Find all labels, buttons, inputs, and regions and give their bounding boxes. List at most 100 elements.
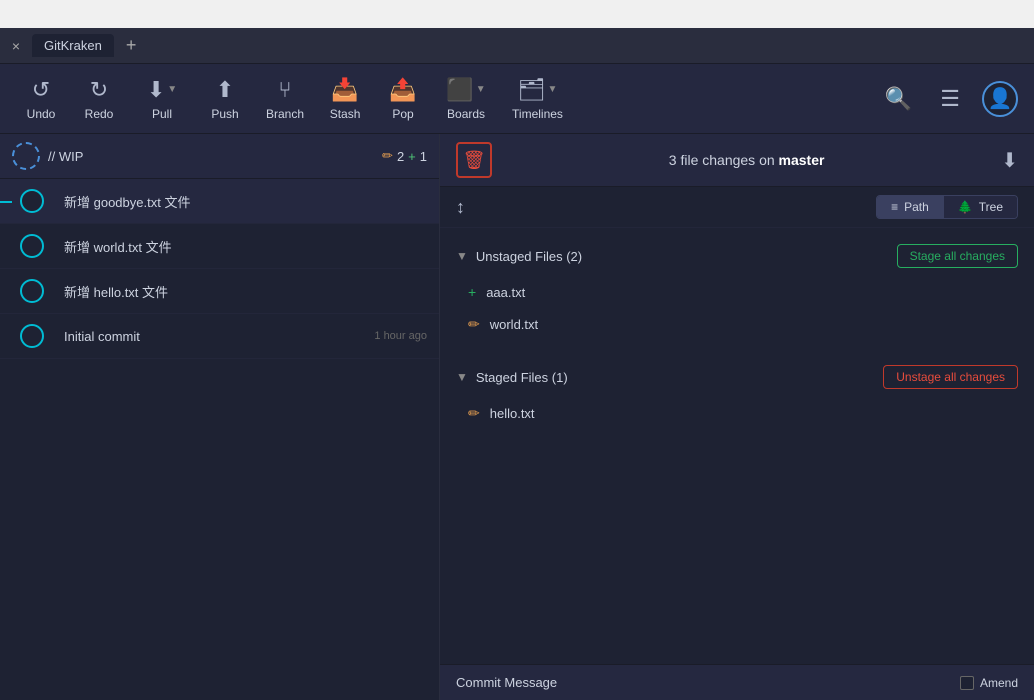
changes-info: 3 file changes on master xyxy=(504,152,989,168)
file-sections: ▼ Unstaged Files (2) Stage all changes +… xyxy=(440,228,1034,664)
plus-icon: + xyxy=(408,149,416,164)
redo-label: Redo xyxy=(85,107,114,121)
file-name: hello.txt xyxy=(490,406,535,421)
branch-name: master xyxy=(779,152,825,168)
main-container: // WIP ✏ 2 + 1 新增 goodbye.txt 文件 新增 worl… xyxy=(0,134,1034,700)
commit-message: 新增 hello.txt 文件 xyxy=(64,282,427,301)
boards-icon: ⬛ xyxy=(446,77,473,103)
amend-group: Amend xyxy=(960,676,1018,690)
view-toggle: ≡ Path 🌲 Tree xyxy=(876,195,1018,219)
wip-circle xyxy=(12,142,40,170)
branch-icon: ⑂ xyxy=(278,77,291,103)
timelines-label: Timelines xyxy=(512,107,563,121)
unstaged-arrow-icon: ▼ xyxy=(456,249,468,263)
push-label: Push xyxy=(211,107,238,121)
changes-text: 3 file changes on xyxy=(669,152,775,168)
pull-icon: ⬇ xyxy=(147,77,165,103)
pencil-file-icon: ✏ xyxy=(468,405,480,422)
commit-message: Initial commit xyxy=(64,329,362,344)
staged-title: Staged Files (1) xyxy=(476,370,568,385)
commit-circle xyxy=(20,279,44,303)
commit-list: 新增 goodbye.txt 文件 新增 world.txt 文件 新增 hel… xyxy=(0,179,439,700)
commit-row[interactable]: 新增 world.txt 文件 xyxy=(0,224,439,269)
left-panel: // WIP ✏ 2 + 1 新增 goodbye.txt 文件 新增 worl… xyxy=(0,134,440,700)
commit-graph xyxy=(12,279,52,303)
commit-graph xyxy=(12,234,52,258)
pull-button[interactable]: ⬇ ▼ Pull xyxy=(132,71,192,127)
unstaged-file-list: + aaa.txt ✏ world.txt xyxy=(440,276,1034,341)
commit-message-bar: Commit Message Amend xyxy=(440,664,1034,700)
pencil-count: 2 xyxy=(397,149,404,164)
plus-count: 1 xyxy=(420,149,427,164)
avatar-icon: 👤 xyxy=(988,86,1013,111)
path-view-button[interactable]: ≡ Path xyxy=(877,196,944,218)
download-button[interactable]: ⬇ xyxy=(1001,148,1018,173)
commit-message: 新增 goodbye.txt 文件 xyxy=(64,192,427,211)
commit-circle xyxy=(20,324,44,348)
unstaged-section-header[interactable]: ▼ Unstaged Files (2) Stage all changes xyxy=(440,236,1034,276)
search-icon[interactable]: 🔍 xyxy=(879,80,918,118)
timelines-button[interactable]: 🗂 ▼ Timelines xyxy=(504,71,571,127)
branch-button[interactable]: ⑂ Branch xyxy=(258,71,312,127)
stash-button[interactable]: 📥 Stash xyxy=(320,71,370,127)
file-name: world.txt xyxy=(490,317,538,332)
pencil-icon: ✏ xyxy=(382,148,393,164)
wip-label: // WIP xyxy=(48,149,374,164)
right-header: 🗑 3 file changes on master ⬇ xyxy=(440,134,1034,187)
tree-icon: 🌲 xyxy=(958,200,973,214)
pop-label: Pop xyxy=(392,107,413,121)
commit-time: 1 hour ago xyxy=(374,330,427,342)
menu-icon[interactable]: ☰ xyxy=(934,80,966,118)
plus-file-icon: + xyxy=(468,284,476,300)
list-item[interactable]: ✏ hello.txt xyxy=(456,397,1018,430)
undo-icon: ↺ xyxy=(32,77,50,103)
pull-label: Pull xyxy=(152,107,172,121)
path-icon: ≡ xyxy=(891,200,898,214)
toolbar-right: 🔍 ☰ 👤 xyxy=(879,80,1018,118)
list-item[interactable]: ✏ world.txt xyxy=(456,308,1018,341)
pull-dropdown-icon: ▼ xyxy=(167,84,177,95)
trash-button[interactable]: 🗑 xyxy=(456,142,492,178)
push-icon: ⬆ xyxy=(216,77,234,103)
undo-label: Undo xyxy=(27,107,56,121)
boards-label: Boards xyxy=(447,107,485,121)
push-button[interactable]: ⬆ Push xyxy=(200,71,250,127)
unstage-all-button[interactable]: Unstage all changes xyxy=(883,365,1018,389)
list-item[interactable]: + aaa.txt xyxy=(456,276,1018,308)
avatar[interactable]: 👤 xyxy=(982,81,1018,117)
pop-button[interactable]: 📤 Pop xyxy=(378,71,428,127)
wip-row[interactable]: // WIP ✏ 2 + 1 xyxy=(0,134,439,179)
tab-close-btn[interactable]: × xyxy=(8,38,24,54)
commit-circle xyxy=(20,189,44,213)
boards-dropdown-icon: ▼ xyxy=(476,84,486,95)
amend-label: Amend xyxy=(980,676,1018,690)
wip-badges: ✏ 2 + 1 xyxy=(382,148,427,164)
commit-graph xyxy=(12,324,52,348)
tab-add-btn[interactable]: + xyxy=(122,35,141,56)
staged-file-list: ✏ hello.txt xyxy=(440,397,1034,430)
redo-button[interactable]: ↻ Redo xyxy=(74,71,124,127)
commit-graph xyxy=(12,189,52,213)
pop-icon: 📤 xyxy=(389,77,416,103)
timelines-dropdown-icon: ▼ xyxy=(548,84,558,95)
staged-section-header[interactable]: ▼ Staged Files (1) Unstage all changes xyxy=(440,357,1034,397)
right-panel: 🗑 3 file changes on master ⬇ ↕ ≡ Path 🌲 … xyxy=(440,134,1034,700)
stash-icon: 📥 xyxy=(331,77,358,103)
boards-button[interactable]: ⬛ ▼ Boards xyxy=(436,71,496,127)
pencil-file-icon: ✏ xyxy=(468,316,480,333)
undo-button[interactable]: ↺ Undo xyxy=(16,71,66,127)
commit-row[interactable]: 新增 hello.txt 文件 xyxy=(0,269,439,314)
commit-message: 新增 world.txt 文件 xyxy=(64,237,427,256)
tree-label: Tree xyxy=(979,200,1003,214)
redo-icon: ↻ xyxy=(90,77,108,103)
stage-all-button[interactable]: Stage all changes xyxy=(897,244,1018,268)
commit-row[interactable]: Initial commit 1 hour ago xyxy=(0,314,439,359)
file-name: aaa.txt xyxy=(486,285,525,300)
tab-item[interactable]: GitKraken xyxy=(32,34,114,57)
tree-view-button[interactable]: 🌲 Tree xyxy=(944,196,1017,218)
path-label: Path xyxy=(904,200,929,214)
amend-checkbox[interactable] xyxy=(960,676,974,690)
commit-row[interactable]: 新增 goodbye.txt 文件 xyxy=(0,179,439,224)
commit-circle xyxy=(20,234,44,258)
sort-icon[interactable]: ↕ xyxy=(456,197,465,218)
